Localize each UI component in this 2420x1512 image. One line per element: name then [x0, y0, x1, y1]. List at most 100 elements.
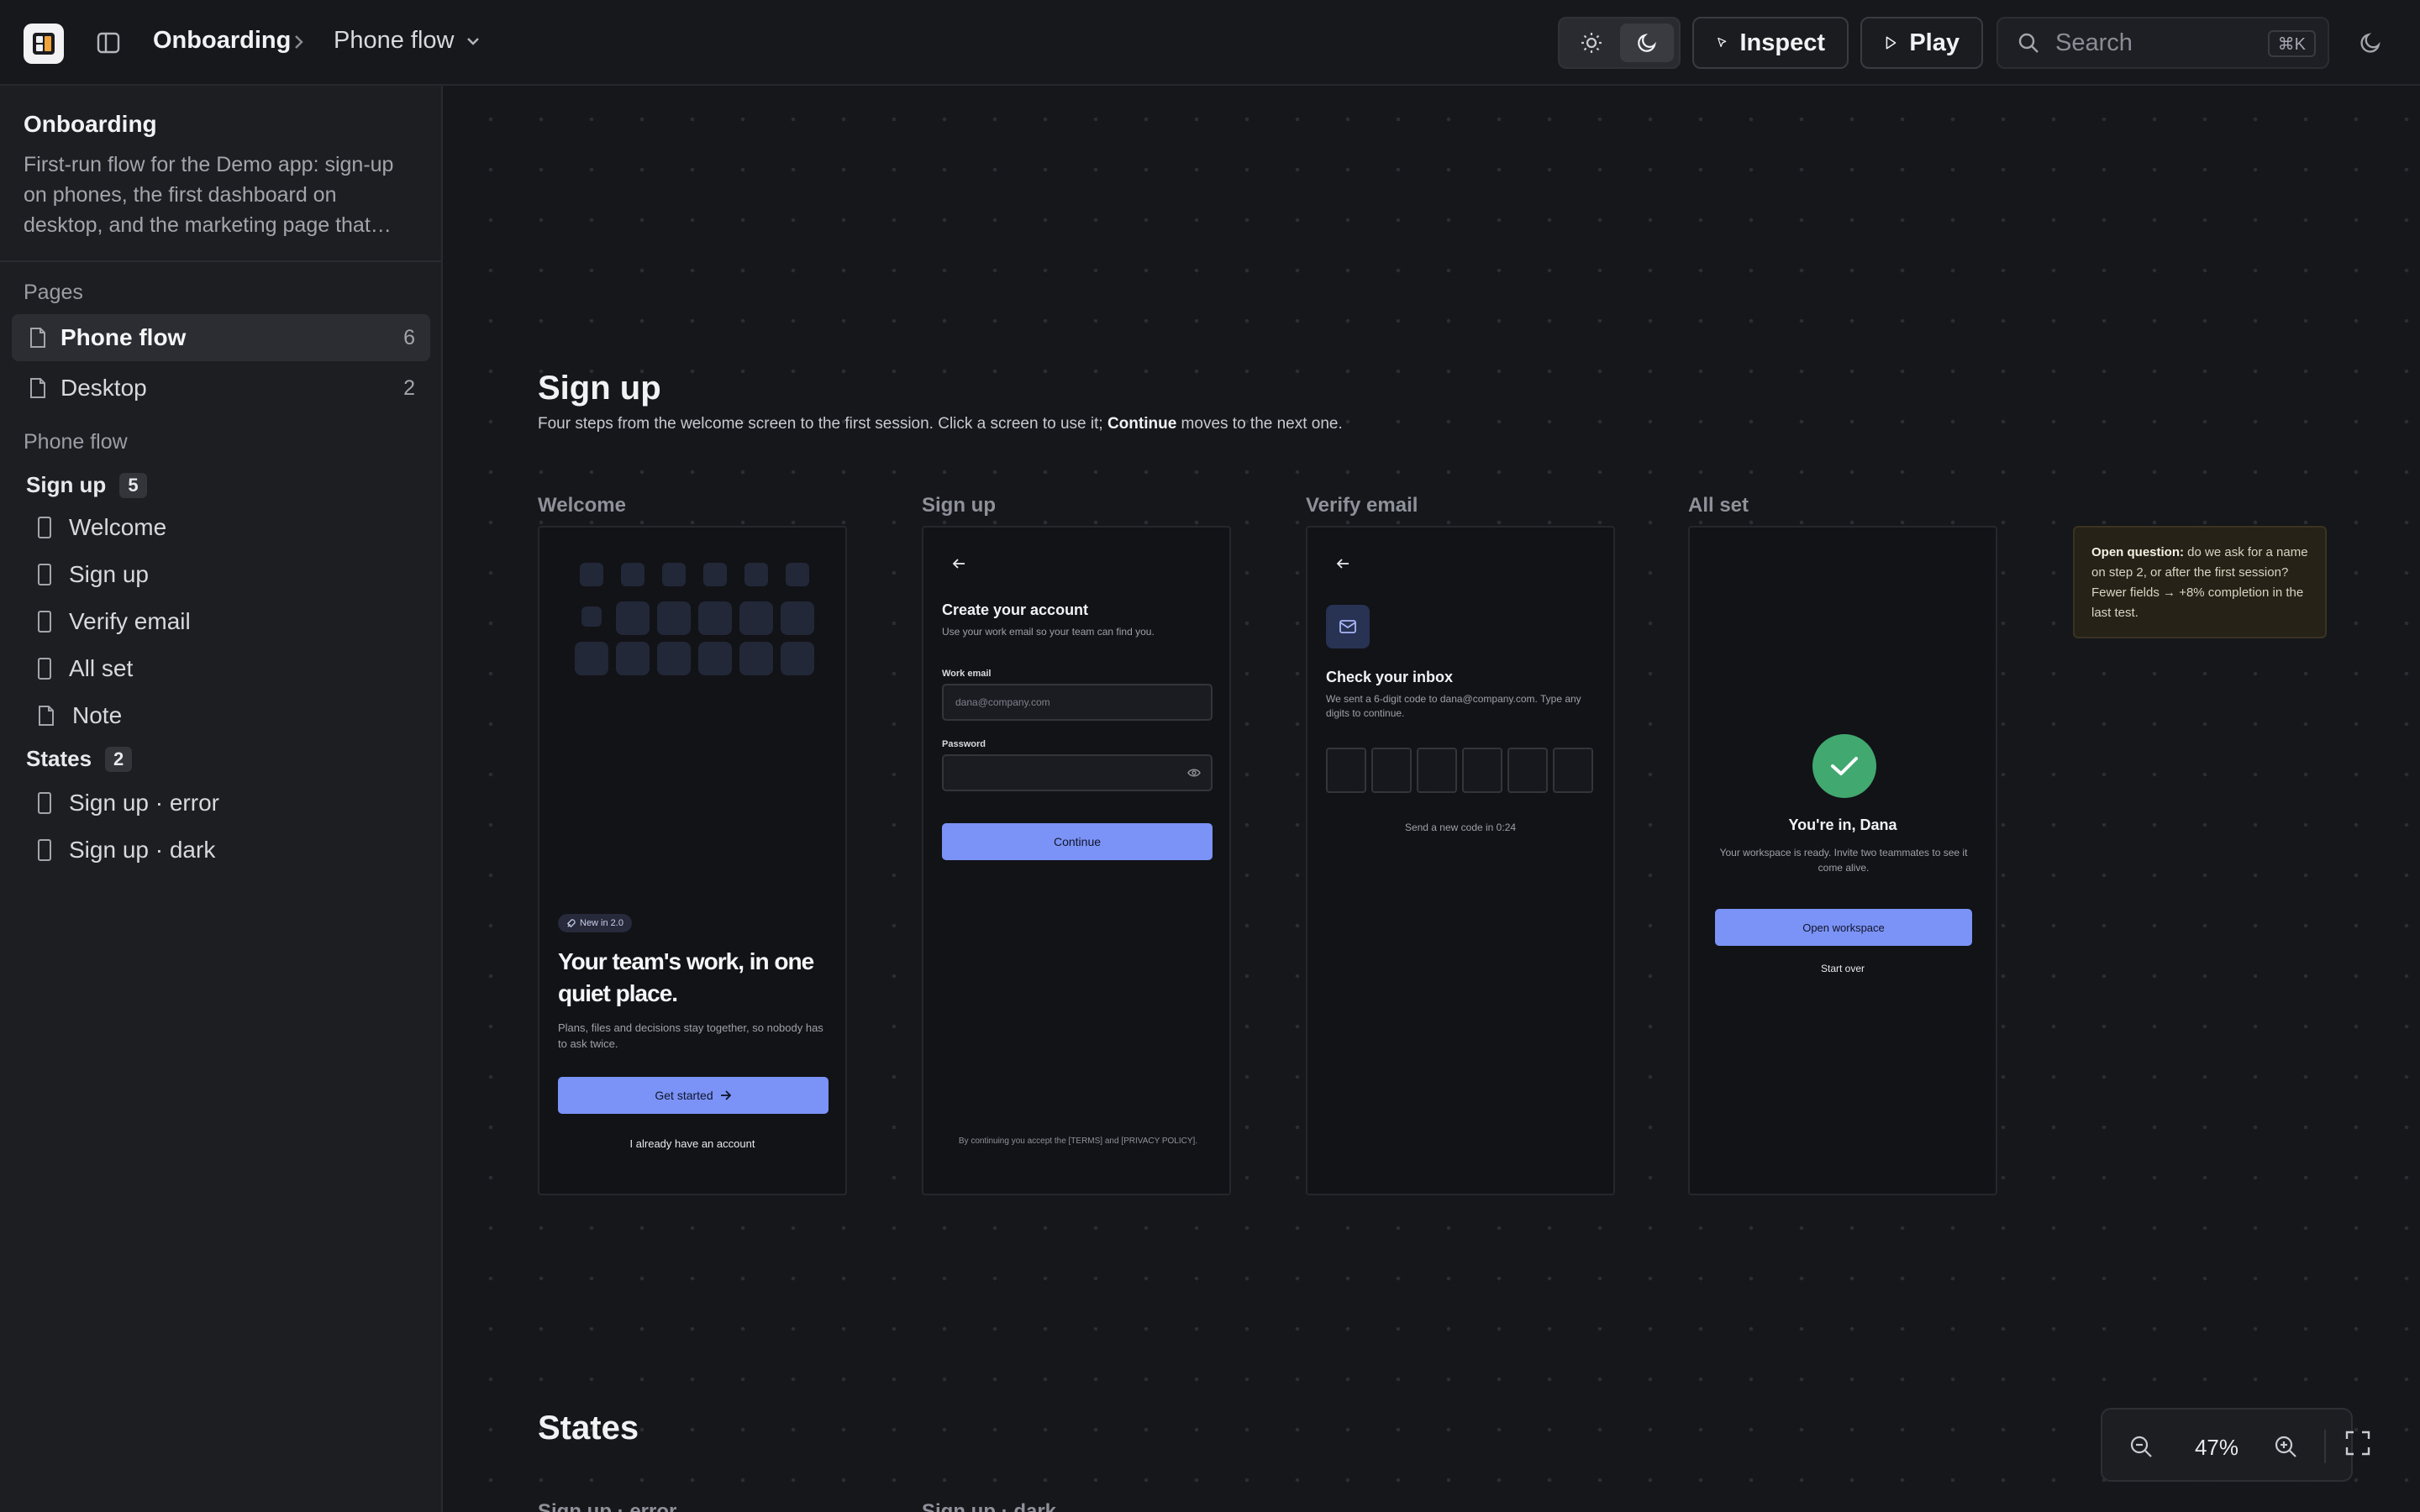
screen-item-welcome[interactable]: Welcome [37, 507, 166, 548]
screen-item-label: Sign up · dark [69, 837, 216, 863]
phone-icon [38, 611, 51, 633]
screen-item-label: Note [72, 702, 123, 728]
theme-light-button[interactable] [1565, 24, 1618, 62]
frame-sign-up[interactable]: Create your account Use your work email … [922, 526, 1231, 1195]
frame-label-verify-email: Verify email [1306, 494, 1418, 517]
section-subtitle: Four steps from the welcome screen to th… [538, 415, 1343, 433]
search-placeholder: Search [2055, 29, 2133, 56]
screen-item-sign-up-dark[interactable]: Sign up · dark [37, 830, 215, 870]
zoom-controls: 47% [2101, 1408, 2353, 1482]
current-page-label: Phone flow [24, 430, 128, 454]
frame-welcome[interactable]: New in 2.0 Your team's work, in one quie… [538, 526, 847, 1195]
new-badge: New in 2.0 [558, 914, 632, 932]
rocket-icon [566, 918, 576, 927]
page-count: 6 [403, 325, 415, 349]
appearance-moon-icon[interactable] [2358, 30, 2383, 60]
screen-item-all-set[interactable]: All set [37, 648, 133, 689]
phone-icon [38, 564, 51, 585]
inspect-button[interactable]: Inspect [1692, 17, 1849, 69]
back-arrow-icon[interactable] [1336, 558, 1349, 574]
frame-label-sign-up-dark: Sign up · dark [922, 1500, 1057, 1512]
page-item-phone-flow[interactable]: Phone flow 6 [12, 314, 430, 361]
code-digit-input[interactable] [1507, 748, 1548, 793]
group-count: 5 [119, 472, 147, 498]
phone-icon [38, 792, 51, 814]
group-label: States [26, 746, 92, 771]
code-digit-input[interactable] [1462, 748, 1502, 793]
zoom-level[interactable]: 47% [2186, 1435, 2247, 1461]
frame-verify-email[interactable]: Check your inbox We sent a 6-digit code … [1306, 526, 1615, 1195]
page-item-desktop[interactable]: Desktop 2 [12, 365, 430, 412]
password-field[interactable] [942, 754, 1213, 791]
file-icon [30, 328, 45, 348]
project-description: First-run flow for the Demo app: sign-up… [24, 153, 394, 237]
welcome-description: Plans, files and decisions stay together… [558, 1021, 823, 1050]
top-bar: Onboarding Phone flow Inspect Play Searc… [0, 0, 2420, 86]
app-logo-icon[interactable] [24, 24, 64, 64]
back-arrow-icon[interactable] [952, 558, 965, 574]
search-input[interactable]: Search ⌘K [1996, 17, 2329, 69]
group-label: Sign up [26, 472, 107, 497]
signup-title: Create your account [942, 601, 1089, 618]
theme-dark-button[interactable] [1620, 24, 1674, 62]
continue-button[interactable]: Continue [942, 823, 1213, 860]
code-digit-input[interactable] [1371, 748, 1412, 793]
section-title-sign-up: Sign up [538, 370, 661, 407]
play-button[interactable]: Play [1860, 17, 1983, 69]
page-switcher[interactable]: Phone flow [334, 27, 481, 55]
signup-description: Use your work email so your team can fin… [942, 626, 1155, 638]
code-digit-input[interactable] [1553, 748, 1593, 793]
canvas[interactable]: Sign up Four steps from the welcome scre… [445, 86, 2420, 1512]
theme-switch [1558, 17, 1681, 69]
sun-icon [1581, 33, 1602, 53]
moon-icon [1638, 33, 1657, 52]
sidebar-toggle-icon[interactable] [96, 30, 121, 55]
arrow-right-icon [720, 1090, 731, 1100]
breadcrumb-project[interactable]: Onboarding [153, 27, 291, 55]
group-sign-up[interactable]: Sign up 5 [26, 472, 147, 498]
legal-text: By continuing you accept the [TERMS] and… [958, 1137, 1198, 1146]
breadcrumb-page: Phone flow [334, 27, 455, 54]
fullscreen-icon[interactable] [2344, 1430, 2375, 1460]
play-label: Play [1909, 29, 1960, 56]
file-icon [30, 378, 45, 398]
screen-item-verify-email[interactable]: Verify email [37, 601, 191, 642]
screen-item-sign-up-error[interactable]: Sign up · error [37, 783, 219, 823]
code-digit-input[interactable] [1417, 748, 1457, 793]
screen-item-label: Sign up · error [69, 790, 219, 816]
chevron-down-icon [466, 37, 479, 45]
check-icon [1812, 734, 1876, 798]
all-set-description: Your workspace is ready. Invite two team… [1719, 847, 1968, 874]
divider [2324, 1430, 2326, 1463]
frame-label-all-set: All set [1688, 494, 1749, 517]
group-count: 2 [105, 746, 133, 772]
verify-title: Check your inbox [1326, 669, 1454, 685]
note-card[interactable]: Open question: do we ask for a name on s… [2073, 526, 2327, 638]
email-field[interactable]: dana@company.com [942, 684, 1213, 721]
file-icon [39, 706, 54, 726]
pages-label: Pages [24, 281, 83, 304]
verify-description: We sent a 6-digit code to dana@company.c… [1326, 693, 1581, 719]
phone-icon [38, 517, 51, 538]
open-workspace-button[interactable]: Open workspace [1715, 909, 1972, 946]
frame-all-set[interactable]: You're in, Dana Your workspace is ready.… [1688, 526, 1997, 1195]
get-started-button[interactable]: Get started [558, 1077, 829, 1114]
page-item-label: Desktop [60, 375, 147, 401]
have-account-link[interactable]: I already have an account [539, 1137, 845, 1150]
screen-item-sign-up[interactable]: Sign up [37, 554, 149, 595]
phone-icon [38, 658, 51, 680]
project-title: Onboarding [24, 111, 157, 137]
sidebar: Onboarding First-run flow for the Demo a… [0, 86, 443, 1512]
group-states[interactable]: States 2 [26, 746, 133, 772]
phone-icon [38, 839, 51, 861]
screen-item-note[interactable]: Note [37, 696, 122, 736]
screen-item-label: Verify email [69, 608, 191, 634]
zoom-out-icon[interactable] [2126, 1431, 2156, 1462]
email-label: Work email [942, 669, 992, 679]
play-icon [1886, 36, 1897, 50]
start-over-link[interactable]: Start over [1690, 963, 1996, 974]
code-digit-input[interactable] [1326, 748, 1366, 793]
cursor-icon [1718, 37, 1727, 48]
zoom-in-icon[interactable] [2270, 1431, 2301, 1462]
eye-icon[interactable] [1187, 768, 1201, 778]
